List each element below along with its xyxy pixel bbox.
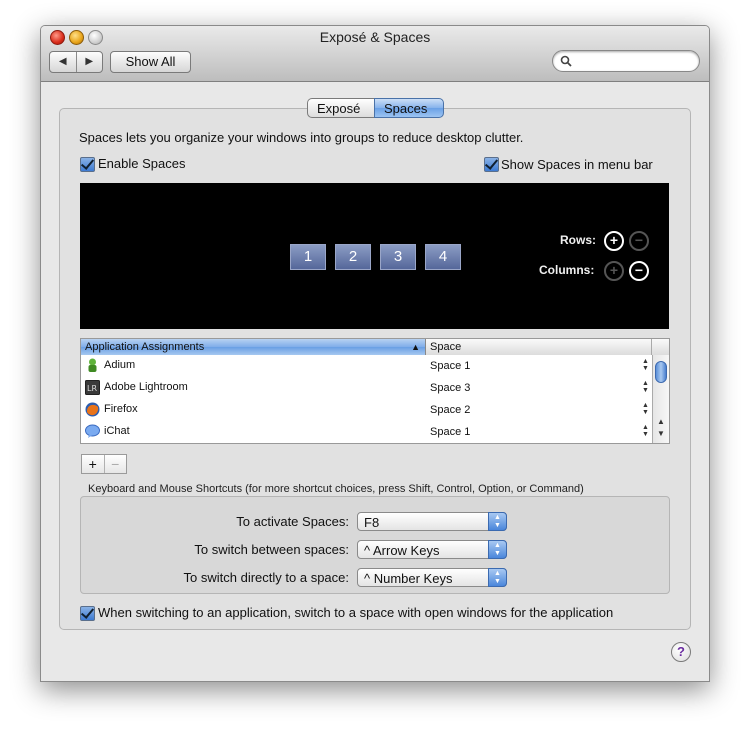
enable-spaces-checkbox[interactable] [80, 157, 95, 172]
forward-arrow-icon[interactable]: ▶ [77, 52, 103, 72]
table-row[interactable]: Firefox Space 2 ▲ ▼ [81, 399, 652, 421]
space-tile-4[interactable]: 4 [425, 244, 461, 270]
application-assignments-table: Application Assignments ▲ Space Adium Sp… [80, 338, 670, 444]
tab-spaces[interactable]: Spaces [374, 98, 444, 118]
space-stepper-icon[interactable]: ▲ ▼ [642, 380, 649, 394]
switch-directly-value: ^ Number Keys [364, 571, 453, 586]
table-scrollbar[interactable]: ▲ ▼ [652, 355, 669, 443]
switch-directly-popup[interactable]: ^ Number Keys ▲ ▼ [357, 568, 507, 587]
tab-bar: Exposé Spaces [307, 98, 444, 118]
space-tile-3[interactable]: 3 [380, 244, 416, 270]
add-remove-control: + − [81, 454, 127, 474]
scrollbar-thumb[interactable] [655, 361, 667, 383]
preferences-window: Exposé & Spaces ◀ ▶ Show All Exposé Spac… [40, 25, 710, 682]
search-field[interactable] [552, 50, 700, 72]
switch-between-value: ^ Arrow Keys [364, 543, 440, 558]
rows-label: Rows: [560, 233, 596, 247]
space-stepper-icon[interactable]: ▲ ▼ [642, 424, 649, 438]
back-forward-control: ◀ ▶ [49, 51, 103, 73]
row-app-name: iChat [104, 425, 130, 437]
back-arrow-icon[interactable]: ◀ [50, 52, 77, 72]
row-space-value[interactable]: Space 2 [430, 404, 470, 416]
row-space-value[interactable]: Space 3 [430, 382, 470, 394]
popup-arrows-icon: ▲ ▼ [488, 540, 507, 559]
adium-icon [88, 358, 97, 372]
help-button[interactable]: ? [671, 642, 691, 662]
row-app-name: Adobe Lightroom [104, 381, 188, 393]
table-header: Application Assignments ▲ Space [81, 339, 669, 355]
scroll-up-arrow-icon[interactable]: ▲ [657, 417, 665, 426]
switch-between-label: To switch between spaces: [194, 542, 349, 557]
remove-row-button[interactable]: − [629, 231, 649, 251]
svg-text:LR: LR [87, 384, 97, 393]
show-all-button[interactable]: Show All [110, 51, 191, 73]
window-toolbar: Exposé & Spaces ◀ ▶ Show All [41, 26, 709, 82]
switch-to-space-checkbox[interactable] [80, 606, 95, 621]
show-menu-bar-checkbox[interactable] [484, 157, 499, 172]
switch-to-space-label: When switching to an application, switch… [98, 605, 614, 620]
row-app-name: Adium [104, 359, 136, 371]
space-stepper-icon[interactable]: ▲ ▼ [642, 358, 649, 372]
popup-arrows-icon: ▲ ▼ [488, 568, 507, 587]
shortcuts-section-label: Keyboard and Mouse Shortcuts (for more s… [88, 483, 584, 495]
remove-column-button[interactable]: − [629, 261, 649, 281]
add-column-button[interactable]: + [604, 261, 624, 281]
row-space-value[interactable]: Space 1 [430, 360, 470, 372]
switch-between-popup[interactable]: ^ Arrow Keys ▲ ▼ [357, 540, 507, 559]
sort-ascending-icon: ▲ [411, 342, 420, 352]
table-row[interactable]: iChat Space 1 ▲ ▼ [81, 421, 652, 443]
spaces-grid-panel: 1 2 3 4 Rows: + − Columns: + − [80, 183, 669, 329]
ichat-icon [85, 424, 100, 438]
lightroom-icon: LR [85, 380, 100, 395]
activate-spaces-popup[interactable]: F8 ▲ ▼ [357, 512, 507, 531]
switch-directly-label: To switch directly to a space: [183, 570, 349, 585]
add-row-button[interactable]: + [604, 231, 624, 251]
spaces-description: Spaces lets you organize your windows in… [79, 130, 524, 145]
table-row[interactable]: LR Adobe Lightroom Space 3 ▲ ▼ [81, 377, 652, 399]
add-assignment-button[interactable]: + [82, 455, 105, 473]
space-stepper-icon[interactable]: ▲ ▼ [642, 402, 649, 416]
scroll-down-arrow-icon[interactable]: ▼ [657, 429, 665, 438]
table-row[interactable]: Adium Space 1 ▲ ▼ [81, 355, 652, 377]
popup-arrows-icon: ▲ ▼ [488, 512, 507, 531]
column-header-space[interactable]: Space [426, 339, 652, 355]
shortcuts-box: To activate Spaces: F8 ▲ ▼ To switch betw… [80, 496, 670, 594]
firefox-icon [85, 402, 100, 417]
search-icon [560, 55, 572, 67]
activate-spaces-value: F8 [364, 515, 380, 530]
show-menu-bar-label: Show Spaces in menu bar [501, 157, 653, 172]
space-tile-1[interactable]: 1 [290, 244, 326, 270]
window-title: Exposé & Spaces [319, 29, 431, 45]
columns-label: Columns: [539, 263, 595, 277]
activate-spaces-label: To activate Spaces: [236, 514, 349, 529]
enable-spaces-label: Enable Spaces [98, 156, 186, 171]
column-header-application[interactable]: Application Assignments ▲ [81, 339, 426, 355]
row-app-name: Firefox [104, 403, 138, 415]
row-space-value[interactable]: Space 1 [430, 426, 470, 438]
header-corner [652, 339, 669, 355]
remove-assignment-button[interactable]: − [105, 455, 127, 473]
tab-expose[interactable]: Exposé [307, 98, 374, 118]
space-tile-2[interactable]: 2 [335, 244, 371, 270]
column-header-application-label: Application Assignments [85, 341, 205, 353]
